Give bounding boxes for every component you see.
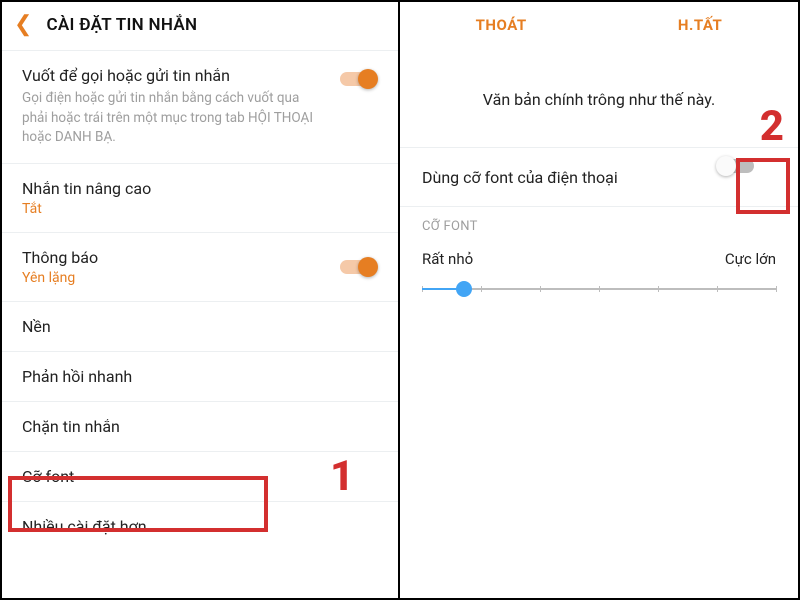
preview-text: Văn bản chính trông như thế này. (483, 90, 715, 109)
setting-swipe[interactable]: Vuốt để gọi hoặc gửi tin nhắn Gọi điện h… (2, 50, 398, 164)
setting-desc: Gọi điện hoặc gửi tin nhắn bằng cách vuố… (22, 89, 378, 148)
setting-title: Thông báo (22, 248, 378, 267)
setting-title: Nhắn tin nâng cao (22, 179, 378, 198)
use-phone-font-row[interactable]: Dùng cỡ font của điện thoại (400, 147, 798, 207)
slider-min-label: Rất nhỏ (422, 250, 473, 268)
font-size-slider[interactable] (400, 272, 798, 298)
setting-quick-reply[interactable]: Phản hồi nhanh (2, 352, 398, 402)
font-size-panel: THOÁT H.TẤT Văn bản chính trông như thế … (400, 2, 798, 598)
slider-max-label: Cực lớn (725, 250, 776, 268)
setting-title: Cỡ font (22, 467, 378, 486)
setting-sub: Yên lặng (22, 270, 378, 286)
slider-thumb[interactable] (456, 281, 472, 297)
font-size-section-label: CỠ FONT (400, 207, 798, 240)
setting-title: Nền (22, 317, 378, 336)
setting-more[interactable]: Nhiều cài đặt hơn (2, 502, 398, 551)
toggle-use-phone-font[interactable] (716, 155, 756, 177)
settings-panel: ❮ CÀI ĐẶT TIN NHẮN Vuốt để gọi hoặc gửi … (2, 2, 400, 598)
setting-block-messages[interactable]: Chặn tin nhắn (2, 402, 398, 452)
setting-background[interactable]: Nền (2, 302, 398, 352)
setting-title: Chặn tin nhắn (22, 417, 378, 436)
back-icon[interactable]: ❮ (14, 14, 32, 36)
done-button[interactable]: H.TẤT (678, 16, 722, 34)
setting-title: Nhiều cài đặt hơn (22, 517, 378, 536)
setting-advanced-messaging[interactable]: Nhắn tin nâng cao Tắt (2, 164, 398, 233)
slider-labels: Rất nhỏ Cực lớn (400, 240, 798, 272)
setting-sub: Tắt (22, 201, 378, 217)
setting-title: Vuốt để gọi hoặc gửi tin nhắn (22, 66, 378, 85)
preview-area: Văn bản chính trông như thế này. (400, 48, 798, 147)
setting-title: Phản hồi nhanh (22, 367, 378, 386)
setting-font-size[interactable]: Cỡ font (2, 452, 398, 502)
cancel-button[interactable]: THOÁT (476, 16, 527, 34)
toggle-swipe[interactable] (338, 68, 378, 90)
header: ❮ CÀI ĐẶT TIN NHẮN (2, 2, 398, 50)
header: THOÁT H.TẤT (400, 2, 798, 48)
use-phone-font-label: Dùng cỡ font của điện thoại (422, 168, 618, 187)
setting-notifications[interactable]: Thông báo Yên lặng (2, 233, 398, 302)
header-title: CÀI ĐẶT TIN NHẮN (46, 15, 197, 35)
toggle-notifications[interactable] (338, 256, 378, 278)
